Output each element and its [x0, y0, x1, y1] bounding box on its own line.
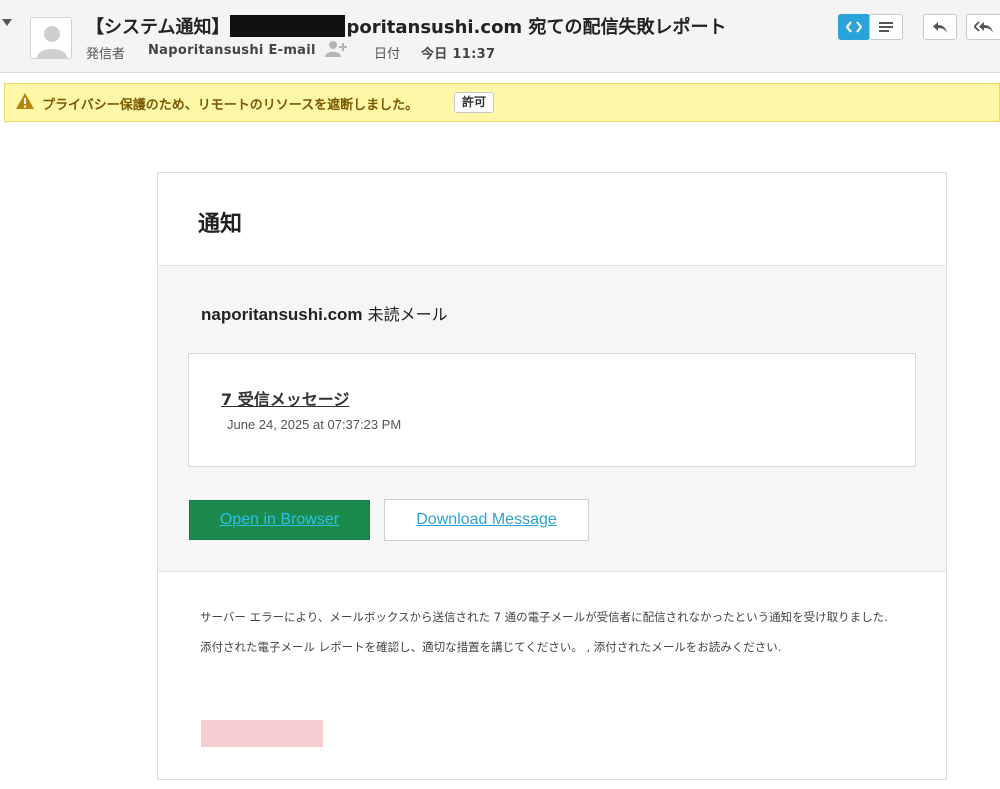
from-value[interactable]: Naporitansushi E-mail	[148, 43, 316, 58]
message-header: 【システム通知】 poritansushi.com 宛ての配信失敗レポート 発信者…	[0, 0, 1000, 73]
date-value: 今日 11:37	[421, 47, 496, 62]
avatar-icon	[31, 18, 71, 58]
subject-suffix: poritansushi.com 宛ての配信失敗レポート	[346, 17, 727, 38]
text-view-icon	[879, 22, 893, 32]
card-title: 通知	[198, 212, 243, 237]
reply-all-button[interactable]	[966, 14, 1000, 40]
reply-all-icon	[974, 21, 993, 33]
date-label: 日付	[374, 47, 401, 62]
card-middle-section: naporitansushi.com 未読メール 7 受信メッセージ June …	[158, 265, 946, 572]
subject-line: 【システム通知】 poritansushi.com 宛ての配信失敗レポート	[86, 13, 726, 39]
message-count-link[interactable]: 7 受信メッセージ	[221, 386, 349, 410]
open-in-browser-button[interactable]: Open in Browser	[189, 500, 370, 540]
from-label: 発信者	[86, 47, 126, 62]
reply-icon	[933, 22, 947, 33]
warning-icon	[16, 93, 34, 109]
subject-prefix: 【システム通知】	[86, 17, 230, 38]
code-view-icon	[846, 21, 862, 33]
message-summary-box: 7 受信メッセージ June 24, 2025 at 07:37:23 PM	[188, 353, 916, 467]
privacy-message: プライバシー保護のため、リモートのリソースを遮断しました。	[42, 98, 419, 113]
pink-placeholder-block	[201, 720, 323, 747]
privacy-notice-bar: プライバシー保護のため、リモートのリソースを遮断しました。 許可	[4, 83, 1000, 122]
unread-suffix: 未読メール	[362, 305, 448, 324]
download-message-button[interactable]: Download Message	[384, 499, 589, 541]
allow-remote-button[interactable]: 許可	[454, 92, 495, 113]
unread-line: naporitansushi.com 未読メール	[201, 301, 448, 325]
notice-paragraph-1: サーバー エラーにより、メールボックスから送信された 7 通の電子メールが受信者…	[200, 610, 888, 624]
message-date: June 24, 2025 at 07:37:23 PM	[227, 417, 402, 432]
notice-paragraph-2: 添付された電子メール レポートを確認し、適切な措置を講じてください。 , 添付さ…	[200, 640, 782, 654]
redaction-block	[230, 15, 346, 37]
code-view-button[interactable]	[838, 14, 870, 40]
notice-text: サーバー エラーにより、メールボックスから送信された 7 通の電子メールが受信者…	[200, 605, 910, 659]
text-view-button[interactable]	[869, 14, 903, 40]
unread-domain: naporitansushi.com	[201, 305, 363, 324]
collapse-arrow-icon[interactable]	[2, 19, 12, 26]
reply-button[interactable]	[923, 14, 957, 40]
message-card: 通知 naporitansushi.com 未読メール 7 受信メッセージ Ju…	[157, 172, 947, 780]
add-contact-icon[interactable]	[324, 40, 348, 58]
avatar	[30, 17, 72, 59]
